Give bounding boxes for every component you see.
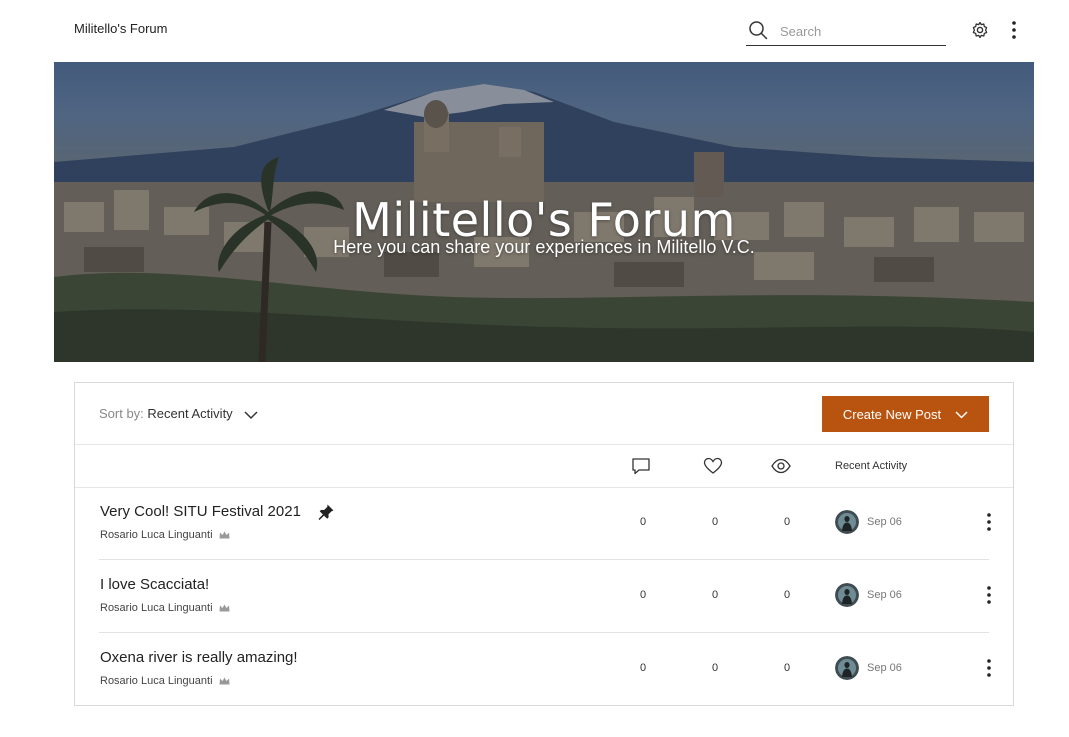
post-title[interactable]: Very Cool! SITU Festival 2021 <box>100 503 301 520</box>
gear-icon[interactable] <box>970 20 990 40</box>
post-author-name: Rosario Luca Linguanti <box>100 602 213 614</box>
pin-icon <box>318 504 334 520</box>
view-count: 0 <box>783 589 791 601</box>
search-icon[interactable] <box>748 20 768 40</box>
column-header-row: Recent Activity <box>75 445 1013 488</box>
posts-panel: Sort by: Recent Activity Create New Post… <box>74 382 1014 706</box>
top-bar: Militello's Forum <box>0 0 1069 62</box>
eye-icon <box>771 458 791 474</box>
post-author-name: Rosario Luca Linguanti <box>100 675 213 687</box>
more-options-icon[interactable] <box>979 511 999 533</box>
post-row[interactable]: Very Cool! SITU Festival 2021 Rosario Lu… <box>99 487 991 560</box>
avatar[interactable] <box>835 656 859 680</box>
comment-count: 0 <box>639 662 647 674</box>
more-options-icon[interactable] <box>1004 19 1024 41</box>
site-title[interactable]: Militello's Forum <box>74 21 168 36</box>
avatar[interactable] <box>835 583 859 607</box>
avatar[interactable] <box>835 510 859 534</box>
hero-subtitle: Here you can share your experiences in M… <box>333 237 755 257</box>
post-title[interactable]: Oxena river is really amazing! <box>100 649 298 666</box>
activity-date: Sep 06 <box>867 516 902 528</box>
comment-count: 0 <box>639 589 647 601</box>
more-options-icon[interactable] <box>979 584 999 606</box>
create-new-post-label: Create New Post <box>842 406 942 422</box>
comment-icon <box>632 458 650 475</box>
post-author-name: Rosario Luca Linguanti <box>100 529 213 541</box>
recent-activity-header: Recent Activity <box>835 460 908 472</box>
post-author[interactable]: Rosario Luca Linguanti <box>100 675 230 687</box>
like-count: 0 <box>711 662 719 674</box>
post-title[interactable]: I love Scacciata! <box>100 576 209 593</box>
view-count: 0 <box>783 516 791 528</box>
sort-prefix: Sort by: <box>99 406 144 421</box>
crown-icon <box>219 531 230 539</box>
post-row[interactable]: Oxena river is really amazing! Rosario L… <box>99 633 991 705</box>
posts-toolbar: Sort by: Recent Activity Create New Post <box>75 383 1013 445</box>
chevron-down-icon <box>955 410 968 419</box>
search-box[interactable] <box>746 16 946 46</box>
chevron-down-icon <box>244 411 258 419</box>
activity-date: Sep 06 <box>867 662 902 674</box>
like-count: 0 <box>711 589 719 601</box>
search-input[interactable] <box>778 20 942 42</box>
comment-count: 0 <box>639 516 647 528</box>
sort-value: Recent Activity <box>147 406 233 421</box>
create-new-post-button[interactable]: Create New Post <box>822 396 989 432</box>
like-count: 0 <box>711 516 719 528</box>
post-author[interactable]: Rosario Luca Linguanti <box>100 602 230 614</box>
view-count: 0 <box>783 662 791 674</box>
hero-banner: Militello's Forum Here you can share you… <box>54 62 1034 362</box>
heart-icon <box>703 457 723 474</box>
more-options-icon[interactable] <box>979 657 999 679</box>
post-row[interactable]: I love Scacciata! Rosario Luca Linguanti… <box>99 560 991 633</box>
crown-icon <box>219 677 230 685</box>
sort-dropdown[interactable]: Sort by: Recent Activity <box>99 406 258 421</box>
post-author[interactable]: Rosario Luca Linguanti <box>100 529 230 541</box>
crown-icon <box>219 604 230 612</box>
activity-date: Sep 06 <box>867 589 902 601</box>
